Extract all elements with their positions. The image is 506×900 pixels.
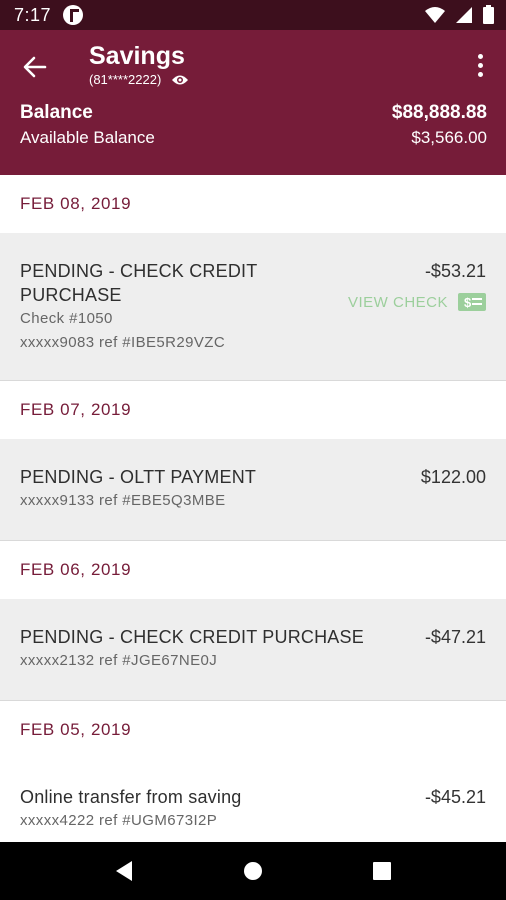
nav-recents-button[interactable] xyxy=(362,851,402,891)
account-header: Savings (81****2222) Balance $88,888.88 … xyxy=(0,30,506,175)
view-check-button[interactable]: VIEW CHECK $ xyxy=(348,293,486,311)
status-icons xyxy=(425,5,494,24)
status-time: 7:17 xyxy=(14,4,52,25)
circle-home-icon xyxy=(243,862,262,880)
transaction-description: PENDING - CHECK CREDIT PURCHASE xyxy=(20,627,364,647)
app-notification-icon xyxy=(63,5,84,25)
system-navigation-bar xyxy=(0,842,506,900)
date-header: FEB 05, 2019 xyxy=(0,701,506,759)
check-icon: $ xyxy=(458,293,486,311)
svg-text:$: $ xyxy=(464,295,472,310)
transaction-amount: -$45.21 xyxy=(424,787,486,807)
available-balance-label: Available Balance xyxy=(20,128,155,147)
date-header: FEB 06, 2019 xyxy=(0,541,506,599)
battery-icon xyxy=(483,5,494,24)
more-options-button[interactable] xyxy=(468,50,492,80)
account-number-row: (81****2222) xyxy=(89,72,189,87)
triangle-back-icon xyxy=(116,861,133,881)
status-bar: 7:17 xyxy=(0,0,506,30)
available-balance-value: $3,566.00 xyxy=(411,128,487,147)
transaction-description: Online transfer from saving xyxy=(20,787,242,807)
balance-value: $88,888.88 xyxy=(391,102,487,123)
transaction-amount: -$47.21 xyxy=(424,627,486,647)
transaction-item[interactable]: PENDING - CHECK CREDIT PURCHASE Check #1… xyxy=(0,233,506,381)
more-vert-icon xyxy=(477,53,483,59)
transaction-amount: $122.00 xyxy=(420,467,486,487)
account-number: (81****2222) xyxy=(89,72,162,87)
transaction-item[interactable]: PENDING - OLTT PAYMENT xxxxx9133 ref #EB… xyxy=(0,439,506,541)
transaction-reference: xxxxx4222 ref #UGM673I2P xyxy=(20,812,218,829)
date-header: FEB 07, 2019 xyxy=(0,381,506,439)
transaction-item[interactable]: PENDING - CHECK CREDIT PURCHASE xxxxx213… xyxy=(0,599,506,701)
eye-icon[interactable] xyxy=(171,74,189,86)
back-button[interactable] xyxy=(18,50,52,84)
page-title: Savings xyxy=(89,42,185,70)
nav-home-button[interactable] xyxy=(233,851,273,891)
balance-label: Balance xyxy=(20,102,93,123)
view-check-label: VIEW CHECK xyxy=(347,293,448,311)
transaction-list: FEB 08, 2019 PENDING - CHECK CREDIT PURC… xyxy=(0,175,506,861)
wifi-icon xyxy=(425,6,445,23)
square-recents-icon xyxy=(372,862,391,880)
arrow-left-icon xyxy=(23,56,47,78)
transaction-reference: xxxxx9083 ref #IBE5R29VZC xyxy=(20,334,226,351)
date-header: FEB 08, 2019 xyxy=(0,175,506,233)
nav-back-button[interactable] xyxy=(104,851,144,891)
transaction-amount: -$53.21 xyxy=(424,261,486,281)
transaction-description: PENDING - CHECK CREDIT PURCHASE xyxy=(20,261,258,305)
signal-icon xyxy=(456,6,472,23)
transaction-reference: xxxxx9133 ref #EBE5Q3MBE xyxy=(20,492,226,509)
transaction-description: PENDING - OLTT PAYMENT xyxy=(20,467,257,487)
transaction-reference: xxxxx2132 ref #JGE67NE0J xyxy=(20,652,218,669)
